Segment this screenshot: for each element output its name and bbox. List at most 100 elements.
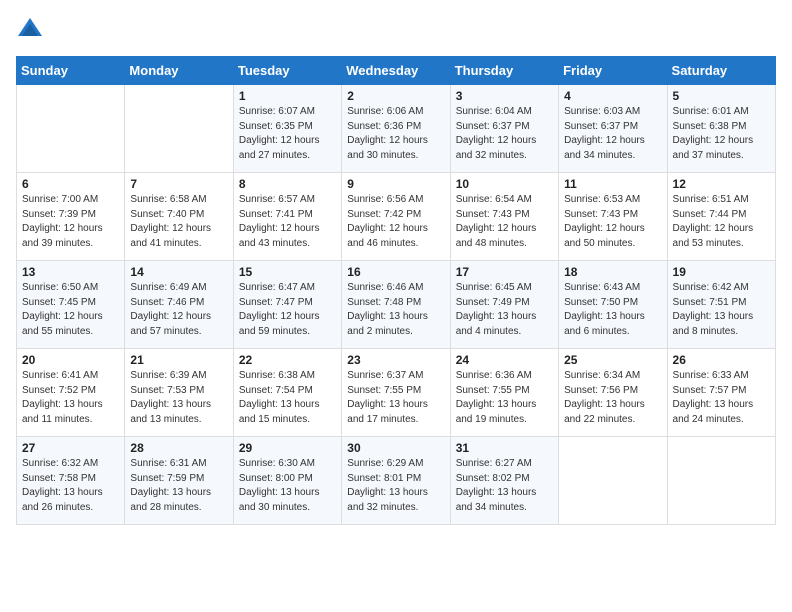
calendar-cell: 8Sunrise: 6:57 AM Sunset: 7:41 PM Daylig… xyxy=(233,173,341,261)
calendar-cell: 28 Sunrise: 6:31 AM Sunset: 7:59 PM Dayli… xyxy=(125,437,233,525)
calendar-cell: 30 Sunrise: 6:29 AM Sunset: 8:01 PM Dayli… xyxy=(342,437,450,525)
day-info: Sunrise: 7:00 AM Sunset: 7:39 PM Dayligh… xyxy=(22,193,119,251)
day-info: Sunrise: 6:53 AM Sunset: 7:43 PM Dayligh… xyxy=(564,193,661,251)
day-number: 4 xyxy=(564,89,661,103)
day-info: Sunrise: 6:41 AM Sunset: 7:52 PM Dayligh… xyxy=(22,369,119,427)
calendar-cell: 13Sunrise: 6:50 AM Sunset: 7:45 PM Dayli… xyxy=(17,261,125,349)
calendar-cell: 21Sunrise: 6:39 AM Sunset: 7:53 PM Dayli… xyxy=(125,349,233,437)
calendar-cell: 22 Sunrise: 6:38 AM Sunset: 7:54 PM Dayli… xyxy=(233,349,341,437)
calendar-week-row: 13Sunrise: 6:50 AM Sunset: 7:45 PM Dayli… xyxy=(17,261,776,349)
calendar-cell: 29 Sunrise: 6:30 AM Sunset: 8:00 PM Dayli… xyxy=(233,437,341,525)
day-info: Sunrise: 6:06 AM Sunset: 6:36 PM Dayligh… xyxy=(347,105,444,163)
day-number: 2 xyxy=(347,89,444,103)
day-number: 17 xyxy=(456,265,553,279)
day-info: Sunrise: 6:31 AM Sunset: 7:59 PM Dayligh… xyxy=(130,457,227,515)
day-info: Sunrise: 6:01 AM Sunset: 6:38 PM Dayligh… xyxy=(673,105,770,163)
calendar-cell: 9 Sunrise: 6:56 AM Sunset: 7:42 PM Daylig… xyxy=(342,173,450,261)
day-info: Sunrise: 6:30 AM Sunset: 8:00 PM Dayligh… xyxy=(239,457,336,515)
calendar-week-row: 20 Sunrise: 6:41 AM Sunset: 7:52 PM Dayli… xyxy=(17,349,776,437)
calendar-table: SundayMondayTuesdayWednesdayThursdayFrid… xyxy=(16,56,776,525)
day-info: Sunrise: 6:33 AM Sunset: 7:57 PM Dayligh… xyxy=(673,369,770,427)
day-info: Sunrise: 6:37 AM Sunset: 7:55 PM Dayligh… xyxy=(347,369,444,427)
day-number: 10 xyxy=(456,177,553,191)
calendar-cell: 25 Sunrise: 6:34 AM Sunset: 7:56 PM Dayli… xyxy=(559,349,667,437)
day-info: Sunrise: 6:47 AM Sunset: 7:47 PM Dayligh… xyxy=(239,281,336,339)
calendar-cell xyxy=(17,85,125,173)
calendar-cell: 5 Sunrise: 6:01 AM Sunset: 6:38 PM Daylig… xyxy=(667,85,775,173)
calendar-cell: 2 Sunrise: 6:06 AM Sunset: 6:36 PM Daylig… xyxy=(342,85,450,173)
day-number: 23 xyxy=(347,353,444,367)
calendar-cell: 14 Sunrise: 6:49 AM Sunset: 7:46 PM Dayli… xyxy=(125,261,233,349)
calendar-week-row: 27 Sunrise: 6:32 AM Sunset: 7:58 PM Dayli… xyxy=(17,437,776,525)
day-number: 3 xyxy=(456,89,553,103)
day-number: 20 xyxy=(22,353,119,367)
day-info: Sunrise: 6:03 AM Sunset: 6:37 PM Dayligh… xyxy=(564,105,661,163)
header-row: SundayMondayTuesdayWednesdayThursdayFrid… xyxy=(17,57,776,85)
day-info: Sunrise: 6:56 AM Sunset: 7:42 PM Dayligh… xyxy=(347,193,444,251)
day-info: Sunrise: 6:46 AM Sunset: 7:48 PM Dayligh… xyxy=(347,281,444,339)
calendar-header: SundayMondayTuesdayWednesdayThursdayFrid… xyxy=(17,57,776,85)
calendar-cell: 4 Sunrise: 6:03 AM Sunset: 6:37 PM Daylig… xyxy=(559,85,667,173)
calendar-cell: 12 Sunrise: 6:51 AM Sunset: 7:44 PM Dayli… xyxy=(667,173,775,261)
day-number: 26 xyxy=(673,353,770,367)
logo-icon xyxy=(16,16,44,44)
calendar-cell xyxy=(559,437,667,525)
day-info: Sunrise: 6:49 AM Sunset: 7:46 PM Dayligh… xyxy=(130,281,227,339)
day-info: Sunrise: 6:38 AM Sunset: 7:54 PM Dayligh… xyxy=(239,369,336,427)
day-info: Sunrise: 6:07 AM Sunset: 6:35 PM Dayligh… xyxy=(239,105,336,163)
weekday-header: Friday xyxy=(559,57,667,85)
calendar-cell: 31 Sunrise: 6:27 AM Sunset: 8:02 PM Dayli… xyxy=(450,437,558,525)
calendar-cell: 7Sunrise: 6:58 AM Sunset: 7:40 PM Daylig… xyxy=(125,173,233,261)
day-number: 25 xyxy=(564,353,661,367)
day-info: Sunrise: 6:45 AM Sunset: 7:49 PM Dayligh… xyxy=(456,281,553,339)
weekday-header: Sunday xyxy=(17,57,125,85)
day-number: 24 xyxy=(456,353,553,367)
weekday-header: Thursday xyxy=(450,57,558,85)
day-info: Sunrise: 6:34 AM Sunset: 7:56 PM Dayligh… xyxy=(564,369,661,427)
day-info: Sunrise: 6:36 AM Sunset: 7:55 PM Dayligh… xyxy=(456,369,553,427)
day-number: 28 xyxy=(130,441,227,455)
day-number: 31 xyxy=(456,441,553,455)
calendar-cell: 17 Sunrise: 6:45 AM Sunset: 7:49 PM Dayli… xyxy=(450,261,558,349)
day-info: Sunrise: 6:43 AM Sunset: 7:50 PM Dayligh… xyxy=(564,281,661,339)
day-number: 18 xyxy=(564,265,661,279)
day-number: 29 xyxy=(239,441,336,455)
logo xyxy=(16,16,48,44)
day-number: 22 xyxy=(239,353,336,367)
weekday-header: Monday xyxy=(125,57,233,85)
day-info: Sunrise: 6:42 AM Sunset: 7:51 PM Dayligh… xyxy=(673,281,770,339)
page-header xyxy=(16,16,776,44)
weekday-header: Wednesday xyxy=(342,57,450,85)
day-number: 27 xyxy=(22,441,119,455)
day-info: Sunrise: 6:04 AM Sunset: 6:37 PM Dayligh… xyxy=(456,105,553,163)
day-number: 9 xyxy=(347,177,444,191)
day-number: 30 xyxy=(347,441,444,455)
calendar-cell xyxy=(125,85,233,173)
calendar-cell: 3 Sunrise: 6:04 AM Sunset: 6:37 PM Daylig… xyxy=(450,85,558,173)
day-info: Sunrise: 6:54 AM Sunset: 7:43 PM Dayligh… xyxy=(456,193,553,251)
calendar-cell: 19Sunrise: 6:42 AM Sunset: 7:51 PM Dayli… xyxy=(667,261,775,349)
day-info: Sunrise: 6:51 AM Sunset: 7:44 PM Dayligh… xyxy=(673,193,770,251)
calendar-cell: 26 Sunrise: 6:33 AM Sunset: 7:57 PM Dayli… xyxy=(667,349,775,437)
day-number: 11 xyxy=(564,177,661,191)
calendar-cell: 10 Sunrise: 6:54 AM Sunset: 7:43 PM Dayli… xyxy=(450,173,558,261)
day-info: Sunrise: 6:27 AM Sunset: 8:02 PM Dayligh… xyxy=(456,457,553,515)
day-info: Sunrise: 6:32 AM Sunset: 7:58 PM Dayligh… xyxy=(22,457,119,515)
day-number: 21 xyxy=(130,353,227,367)
calendar-cell: 23 Sunrise: 6:37 AM Sunset: 7:55 PM Dayli… xyxy=(342,349,450,437)
day-number: 5 xyxy=(673,89,770,103)
calendar-cell: 24 Sunrise: 6:36 AM Sunset: 7:55 PM Dayli… xyxy=(450,349,558,437)
calendar-cell: 15Sunrise: 6:47 AM Sunset: 7:47 PM Dayli… xyxy=(233,261,341,349)
calendar-cell: 20 Sunrise: 6:41 AM Sunset: 7:52 PM Dayli… xyxy=(17,349,125,437)
calendar-cell: 11 Sunrise: 6:53 AM Sunset: 7:43 PM Dayli… xyxy=(559,173,667,261)
calendar-cell: 6 Sunrise: 7:00 AM Sunset: 7:39 PM Daylig… xyxy=(17,173,125,261)
day-number: 14 xyxy=(130,265,227,279)
calendar-cell: 16Sunrise: 6:46 AM Sunset: 7:48 PM Dayli… xyxy=(342,261,450,349)
day-number: 12 xyxy=(673,177,770,191)
day-number: 1 xyxy=(239,89,336,103)
day-number: 6 xyxy=(22,177,119,191)
calendar-cell: 18 Sunrise: 6:43 AM Sunset: 7:50 PM Dayli… xyxy=(559,261,667,349)
day-info: Sunrise: 6:57 AM Sunset: 7:41 PM Dayligh… xyxy=(239,193,336,251)
day-info: Sunrise: 6:29 AM Sunset: 8:01 PM Dayligh… xyxy=(347,457,444,515)
weekday-header: Saturday xyxy=(667,57,775,85)
